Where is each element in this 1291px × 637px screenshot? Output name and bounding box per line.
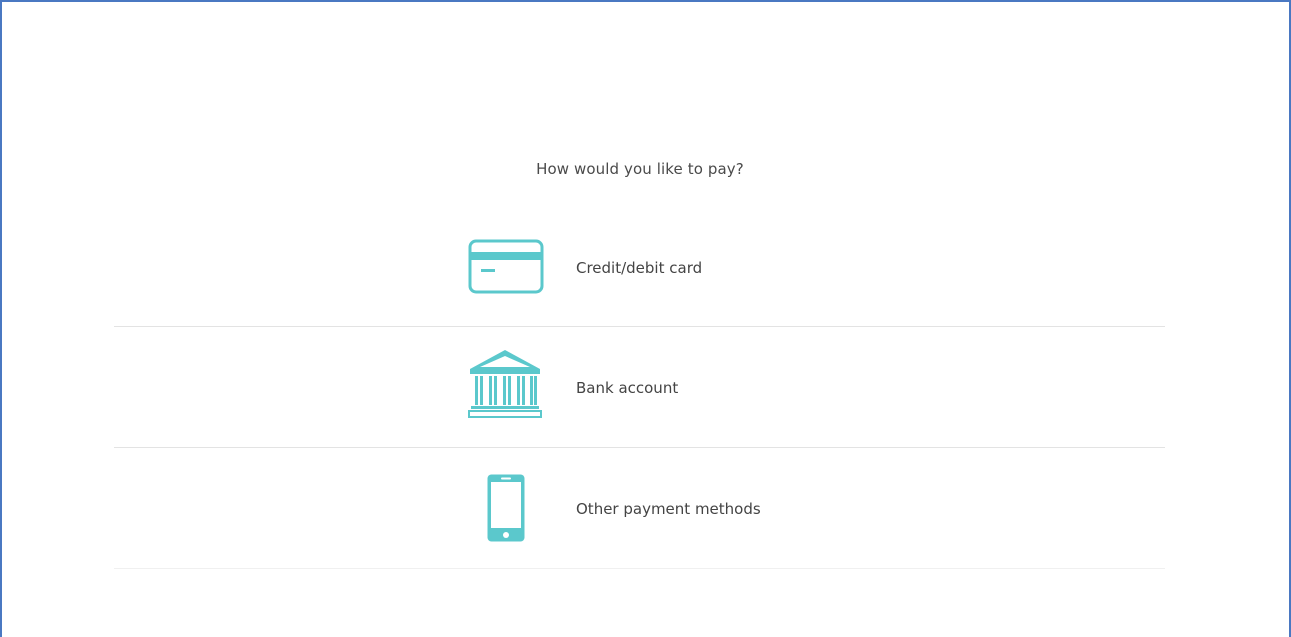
option-label: Other payment methods <box>576 500 761 518</box>
smartphone-icon <box>487 474 525 542</box>
payment-question: How would you like to pay? <box>536 160 744 178</box>
payment-method-panel: How would you like to pay? Credit/debit … <box>0 0 1291 637</box>
option-bank-account[interactable]: Bank account <box>114 327 1165 448</box>
option-other-payment-methods[interactable]: Other payment methods <box>114 448 1165 569</box>
option-credit-debit-card[interactable]: Credit/debit card <box>114 206 1165 327</box>
option-label: Bank account <box>576 379 679 397</box>
option-label: Credit/debit card <box>576 259 703 277</box>
credit-card-icon <box>468 239 544 294</box>
bank-icon <box>468 350 542 418</box>
